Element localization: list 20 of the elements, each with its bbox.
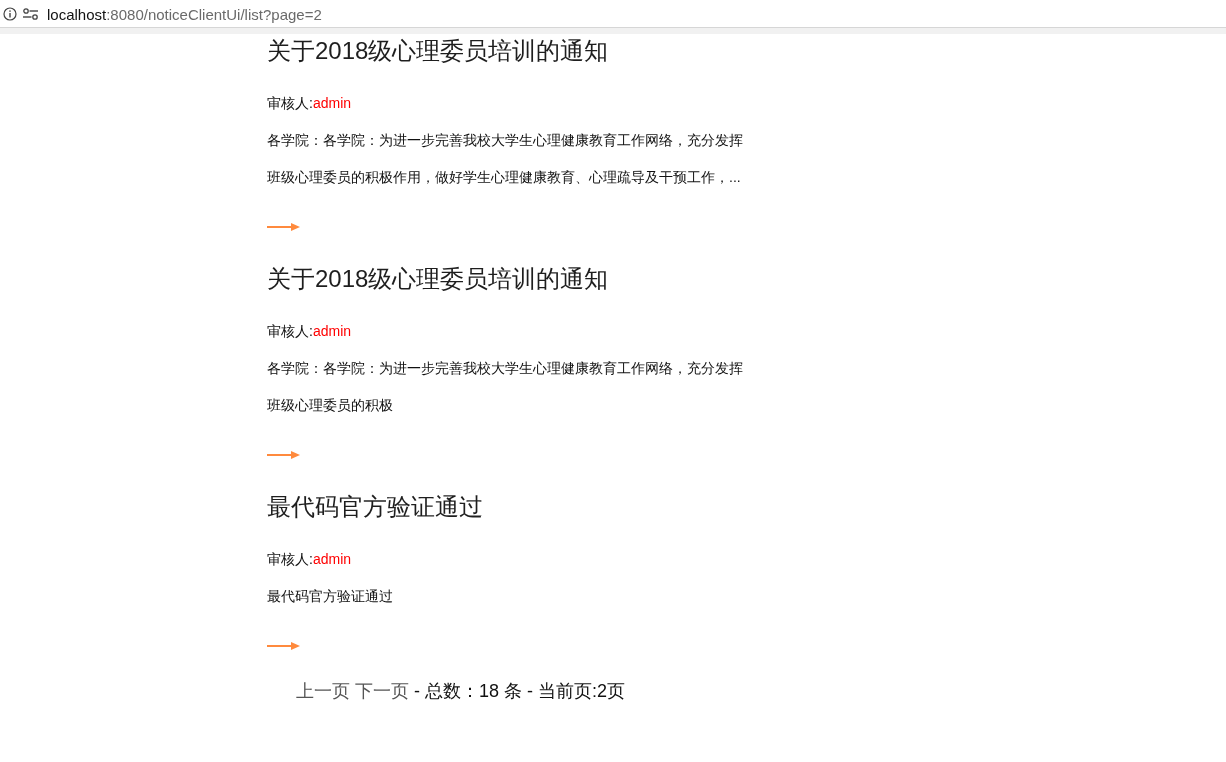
address-url[interactable]: localhost:8080/noticeClientUi/list?page=2 <box>47 5 322 23</box>
reviewer-label: 审核人: <box>267 550 313 569</box>
notice-excerpt: 最代码官方验证通过 <box>267 587 393 606</box>
notice-excerpt: 各学院：各学院：为进一步完善我校大学生心理健康教育工作网络，充分发挥 <box>267 131 743 150</box>
notice-title: 关于2018级心理委员培训的通知 <box>267 264 609 294</box>
reviewer-label: 审核人: <box>267 322 313 341</box>
notice-title: 关于2018级心理委员培训的通知 <box>267 36 609 66</box>
next-page-link[interactable]: 下一页 <box>355 679 409 703</box>
pager-summary: - 总数：18 条 - 当前页:2页 <box>414 680 626 703</box>
arrow-icon[interactable] <box>267 641 300 651</box>
prev-page-link[interactable]: 上一页 <box>296 679 350 703</box>
reviewer-label: 审核人: <box>267 94 313 113</box>
arrow-icon[interactable] <box>267 450 300 460</box>
arrow-icon[interactable] <box>267 222 300 232</box>
sliders-icon[interactable] <box>23 8 38 20</box>
notice-excerpt: 各学院：各学院：为进一步完善我校大学生心理健康教育工作网络，充分发挥 <box>267 359 743 378</box>
info-icon[interactable] <box>3 7 17 21</box>
notice-excerpt: 班级心理委员的积极 <box>267 396 393 415</box>
notice-excerpt: 班级心理委员的积极作用，做好学生心理健康教育、心理疏导及干预工作，... <box>267 168 741 187</box>
notice-title: 最代码官方验证通过 <box>267 492 483 522</box>
